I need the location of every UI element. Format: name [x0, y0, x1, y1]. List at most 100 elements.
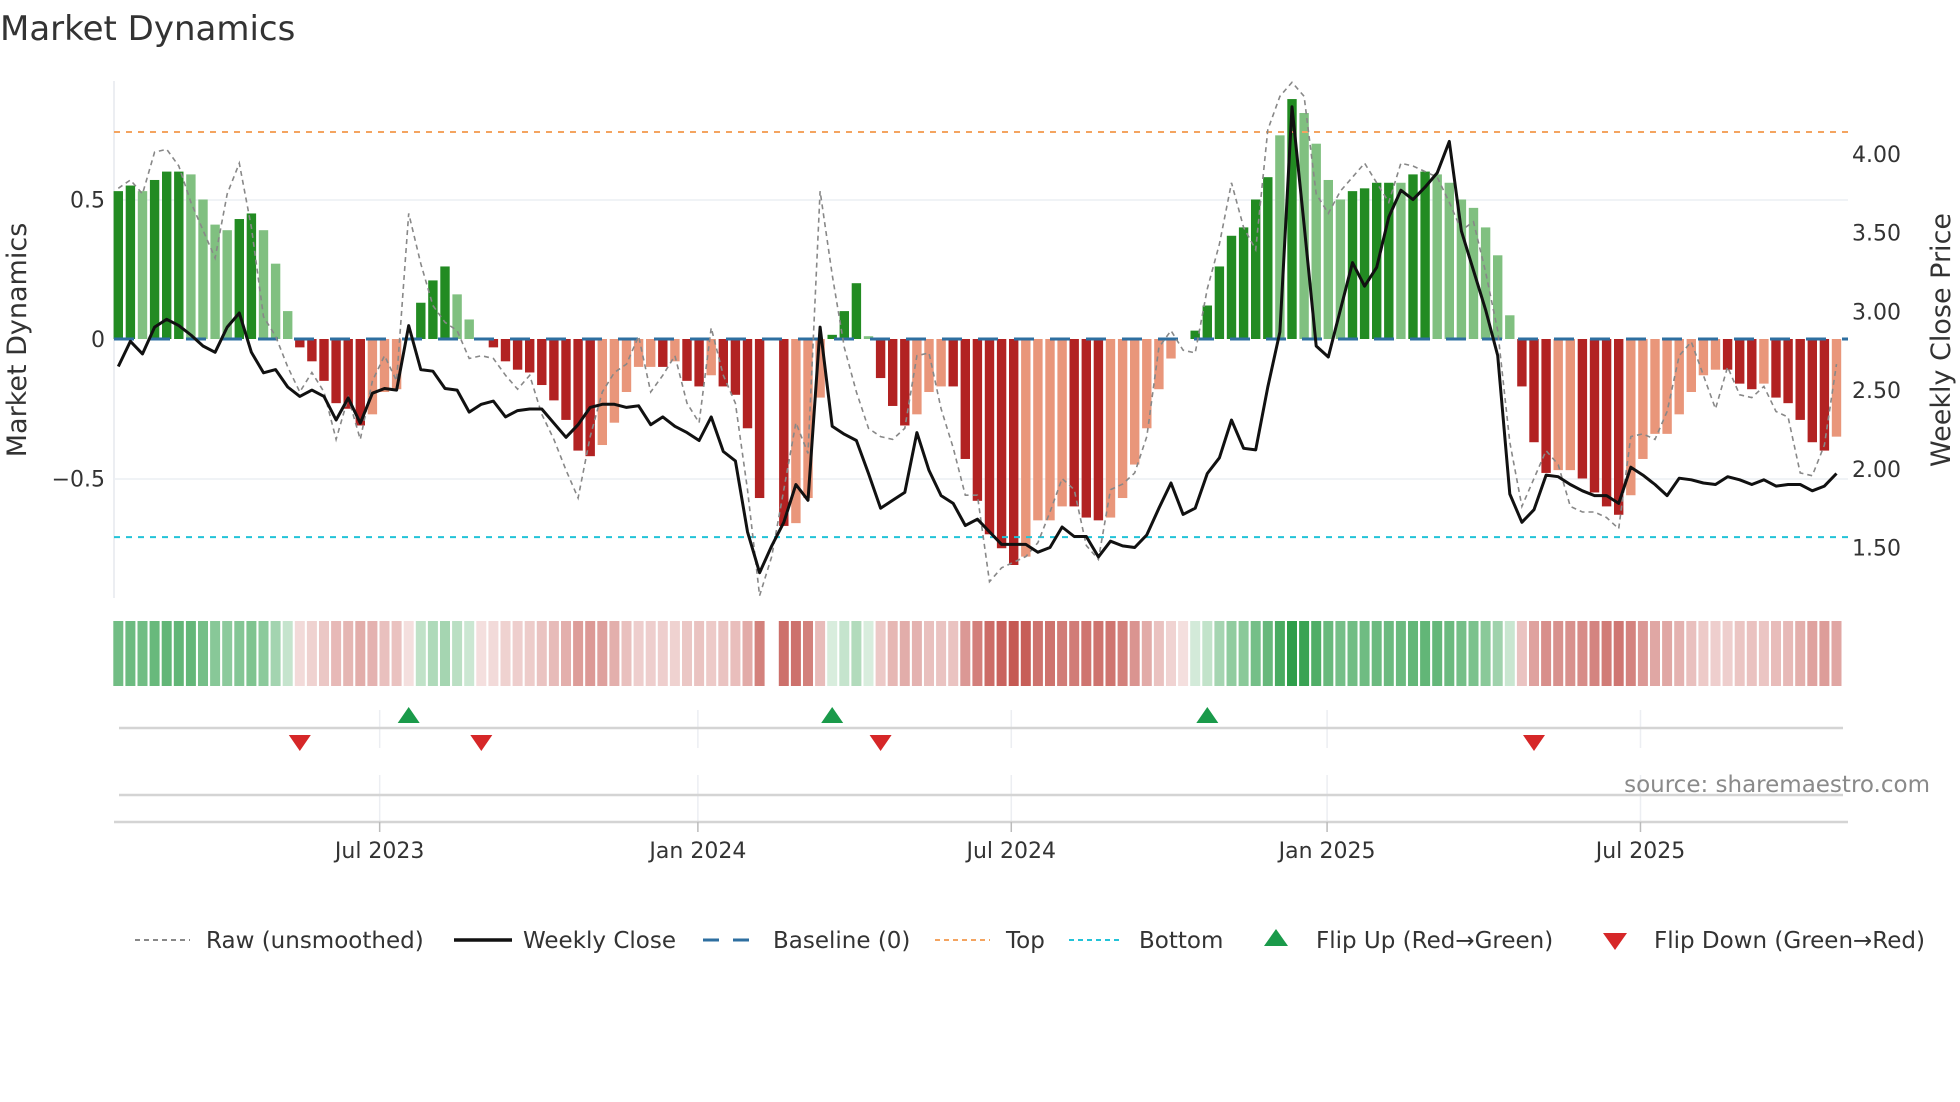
- heatmap-cell: [512, 621, 523, 686]
- heatmap-cell: [1589, 621, 1600, 686]
- negative-bar: [1807, 339, 1817, 443]
- heatmap-cell: [1093, 621, 1104, 686]
- heatmap-cell: [1057, 621, 1068, 686]
- flip-up-marker: [397, 707, 420, 723]
- heatmap-cell: [1674, 621, 1685, 686]
- heatmap-cell: [1456, 621, 1467, 686]
- negative-bar: [1105, 339, 1116, 518]
- heatmap-cell: [1153, 621, 1164, 686]
- heatmap-cell: [1420, 621, 1431, 686]
- positive-bar: [1432, 174, 1442, 339]
- heatmap-cell: [1214, 621, 1225, 686]
- negative-bar: [730, 339, 741, 395]
- heatmap-cell: [464, 621, 475, 686]
- negative-bar: [888, 339, 898, 406]
- positive-bar: [283, 311, 293, 339]
- heatmap-cell: [1734, 621, 1745, 686]
- heatmap-cell: [210, 621, 221, 686]
- positive-bar: [1493, 255, 1503, 339]
- heatmap-cell: [1601, 621, 1612, 686]
- heatmap-cell: [1032, 621, 1043, 686]
- state-heatmap-strip: [113, 621, 1842, 686]
- heatmap-cell: [137, 621, 148, 686]
- heatmap-cell: [1299, 621, 1310, 686]
- negative-bar: [1722, 339, 1733, 370]
- heatmap-cell: [1504, 621, 1515, 686]
- heatmap-cell: [1129, 621, 1140, 686]
- negative-bar: [960, 339, 970, 459]
- legend-label: Top: [1005, 928, 1045, 954]
- legend: Raw (unsmoothed) Weekly Close Baseline (…: [135, 928, 1925, 954]
- negative-bar: [549, 339, 559, 401]
- heatmap-cell: [246, 621, 257, 686]
- heatmap-cell: [1662, 621, 1673, 686]
- positive-bar: [162, 171, 172, 339]
- negative-bar: [996, 339, 1007, 549]
- heatmap-cell: [875, 621, 886, 686]
- heatmap-cell: [1335, 621, 1346, 686]
- positive-bar: [1323, 179, 1333, 339]
- right-axis-label: Weekly Close Price: [1926, 213, 1957, 467]
- x-tick-label: Jan 2024: [647, 839, 746, 864]
- heatmap-cell: [149, 621, 160, 686]
- heatmap-cell: [1045, 621, 1055, 686]
- legend-label: Bottom: [1139, 928, 1223, 954]
- heatmap-cell: [1710, 621, 1721, 686]
- heatmap-cell: [548, 621, 559, 686]
- heatmap-cell: [790, 621, 801, 686]
- positive-bar: [137, 191, 148, 339]
- negative-bar: [1795, 339, 1805, 420]
- flip-up-marker: [1196, 707, 1219, 723]
- heatmap-cell: [924, 621, 934, 686]
- negative-bar: [1601, 339, 1612, 507]
- negative-bar: [307, 339, 317, 362]
- heatmap-cell: [1625, 621, 1636, 686]
- negative-bar: [537, 339, 547, 386]
- heatmap-cell: [1650, 621, 1660, 686]
- right-tick-label: 2.00: [1852, 458, 1901, 483]
- heatmap-cell: [1529, 621, 1539, 686]
- negative-bar: [1698, 339, 1709, 376]
- heatmap-cell: [536, 621, 547, 686]
- heatmap-cell: [1444, 621, 1455, 686]
- heatmap-cell: [258, 621, 269, 686]
- right-tick-label: 2.50: [1852, 379, 1901, 404]
- legend-label: Raw (unsmoothed): [206, 928, 424, 954]
- positive-bar: [174, 171, 184, 339]
- heatmap-cell: [936, 621, 947, 686]
- heatmap-cell: [1613, 621, 1624, 686]
- negative-bar: [1529, 339, 1539, 443]
- flip-down-triangle-icon: [1603, 933, 1627, 950]
- negative-bar: [1166, 339, 1176, 359]
- negative-bar: [682, 339, 692, 381]
- heatmap-cell: [984, 621, 995, 686]
- heatmap-cell: [815, 621, 826, 686]
- market-dynamics-chart: Market Dynamics 0.5 0 −0.5 4.00 3.50 3.00 2.5…: [0, 9, 1957, 954]
- x-tick-label: Jul 2025: [1594, 839, 1686, 864]
- heatmap-cell: [415, 621, 426, 686]
- heatmap-cell: [161, 621, 172, 686]
- negative-bar: [1577, 339, 1588, 479]
- negative-bar: [1565, 339, 1575, 471]
- heatmap-cell: [1577, 621, 1588, 686]
- positive-bar: [125, 185, 136, 339]
- heatmap-cell: [1347, 621, 1358, 686]
- heatmap-cell: [343, 621, 354, 686]
- heatmap-cell: [561, 621, 571, 686]
- heatmap-cell: [1541, 621, 1552, 686]
- heatmap-cell: [887, 621, 898, 686]
- positive-bar: [1263, 177, 1273, 339]
- negative-bar: [633, 339, 644, 367]
- heatmap-cell: [621, 621, 632, 686]
- heatmap-cell: [1287, 621, 1297, 686]
- left-axis-label: Market Dynamics: [2, 223, 33, 458]
- positive-bar: [1372, 182, 1382, 339]
- negative-bar: [718, 339, 728, 387]
- positive-bar: [1420, 171, 1430, 339]
- negative-bar: [1130, 339, 1140, 465]
- heatmap-cell: [306, 621, 317, 686]
- positive-bar: [1396, 182, 1406, 339]
- heatmap-cell: [379, 621, 390, 686]
- heatmap-cell: [1166, 621, 1176, 686]
- negative-bar: [1033, 339, 1043, 521]
